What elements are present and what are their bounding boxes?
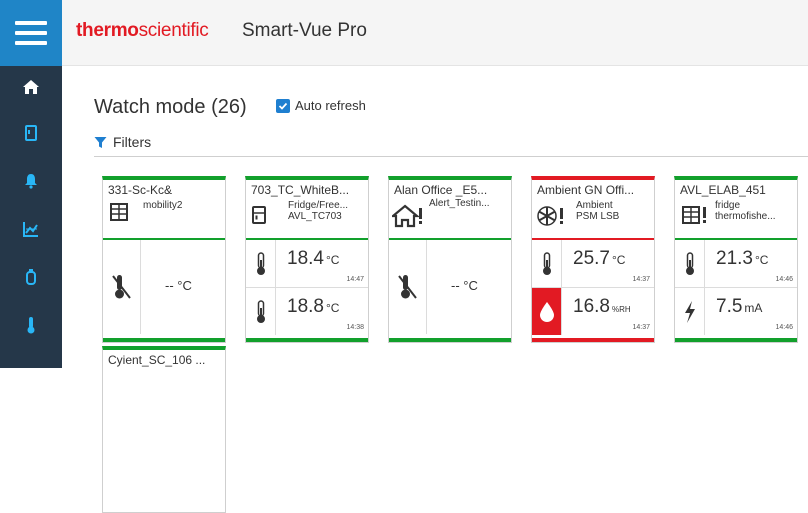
nav-charts[interactable] [0,204,62,254]
hamburger-bar [15,31,47,35]
reading-value: 18.8 °C [287,296,340,317]
freezer-icon [109,202,129,227]
cell-divider [704,288,705,335]
card-reading: -- °C [389,240,511,334]
reading-value: 7.5 mA [716,296,763,317]
cell-divider [275,240,276,287]
cell-divider [704,240,705,287]
brand-logo: thermoscientific [76,20,209,41]
card-reading: -- °C [103,240,225,334]
nav-home[interactable] [0,62,62,112]
fridge-icon [252,206,266,229]
filters-label: Filters [113,134,152,150]
reading-time: 14:46 [775,276,793,283]
reading-value: -- °C [451,278,478,293]
reading-time: 14:37 [632,276,650,283]
reading-row: 7.5 mA 14:46 [675,288,797,335]
freezer-alert-icon [681,204,713,231]
sensor-card[interactable]: 703_TC_WhiteB... Fridge/Free... AVL_TC703… [245,176,369,343]
hamburger-bar [15,21,47,25]
cell-divider [275,288,276,335]
lightning-icon [675,288,704,335]
cell-divider [561,288,562,335]
nav-temperature[interactable] [0,300,62,350]
reading-value: 18.4 °C [287,248,340,269]
reading-row: 21.3 °C 14:46 [675,240,797,287]
card-subtitle: Alert_Testin... [429,198,490,209]
nav-alarms[interactable] [0,156,62,206]
card-subtitle: mobility2 [143,200,183,211]
drop-icon [539,301,554,322]
chart-icon [23,222,38,237]
card-title: AVL_ELAB_451 [680,183,766,197]
card-title: 703_TC_WhiteB... [251,183,350,197]
sensor-card[interactable]: Ambient GN Offi... Ambient PSM LSB 25.7 °C… [531,176,655,343]
reading-value: 21.3 °C [716,248,769,269]
auto-refresh-checkbox[interactable] [276,98,290,113]
sensor-card[interactable]: AVL_ELAB_451 fridge thermofishe... 21.3 °C… [674,176,798,343]
page-title: Watch mode (26) [94,96,247,118]
reading-row: 18.4 °C 14:47 [246,240,368,287]
reading-time: 14:38 [346,324,364,331]
disconnected-thermometer-icon [103,240,140,334]
card-title: 331-Sc-Kc& [108,183,173,197]
auto-refresh-toggle[interactable]: Auto refresh [276,98,366,113]
auto-refresh-label: Auto refresh [295,98,366,113]
humidity-alarm-cell [532,288,561,335]
sensor-card[interactable]: Alan Office _E5... Alert_Testin... -- °C [388,176,512,343]
thermometer-icon [532,240,561,287]
sensor-card[interactable]: 331-Sc-Kc& mobility2 -- °C [102,176,226,343]
reading-value: 25.7 °C [573,248,626,269]
cell-divider [426,240,427,334]
card-status-bar [532,338,654,342]
reading-time: 14:47 [346,276,364,283]
snowflake-alert-icon [536,205,572,232]
thermometer-icon [27,317,35,334]
thermometer-icon [675,240,704,287]
home-icon [23,80,39,94]
thermometer-icon [246,288,275,335]
menu-button[interactable] [0,0,62,66]
nav-devices[interactable] [0,108,62,158]
reading-time: 14:46 [775,324,793,331]
sidebar [0,0,62,368]
cell-divider [561,240,562,287]
top-bar: thermoscientific Smart-Vue Pro [62,0,808,66]
reading-row: 18.8 °C 14:38 [246,288,368,335]
nav-sensors[interactable] [0,252,62,302]
check-icon [278,102,288,110]
reading-time: 14:37 [632,324,650,331]
cell-divider [140,240,141,334]
reading-value: -- °C [165,278,192,293]
card-title: Ambient GN Offi... [537,183,635,197]
reading-value: 16.8 %RH [573,296,631,317]
disconnected-thermometer-icon [389,240,426,334]
sensor-card[interactable]: Cyient_SC_106 ... [102,346,226,513]
card-status-bar [675,338,797,342]
reading-row: 25.7 °C 14:37 [532,240,654,287]
bell-icon [25,174,37,189]
filter-icon [94,136,107,148]
card-status-bar [246,338,368,342]
divider [94,156,808,157]
device-icon [25,125,37,141]
card-subtitle: Ambient PSM LSB [576,200,620,222]
home-alert-icon [389,204,426,233]
card-title: Alan Office _E5... [394,183,488,197]
card-subtitle: fridge thermofishe... [715,200,776,222]
card-subtitle: Fridge/Free... AVL_TC703 [288,200,349,222]
card-title: Cyient_SC_106 ... [108,353,206,367]
card-status-bar [389,338,511,342]
filters-toggle[interactable]: Filters [94,134,151,150]
thermometer-icon [246,240,275,287]
hamburger-bar [15,41,47,45]
app-title: Smart-Vue Pro [242,20,367,41]
card-status-bar [103,338,225,342]
sensor-icon [26,269,36,285]
reading-row: 16.8 %RH 14:37 [532,288,654,335]
